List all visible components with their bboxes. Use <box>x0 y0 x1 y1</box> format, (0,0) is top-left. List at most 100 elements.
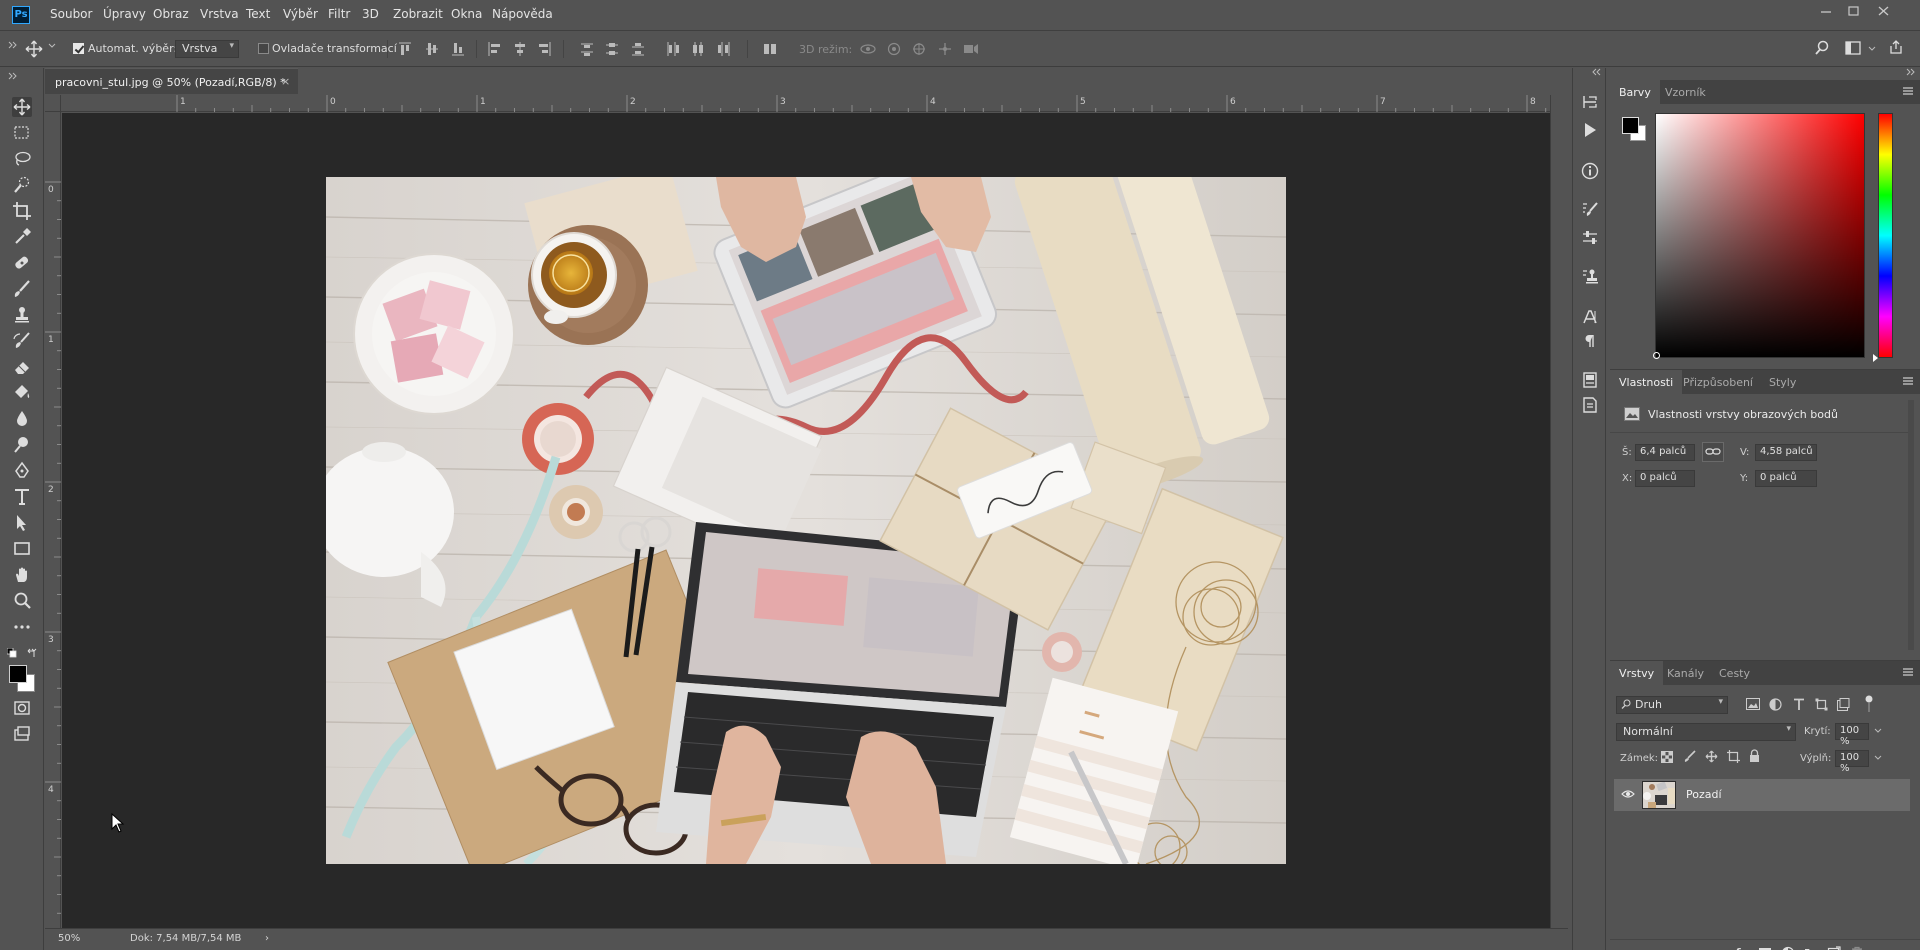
filter-adjustment-icon[interactable] <box>1769 698 1782 711</box>
character-icon[interactable] <box>1581 308 1599 326</box>
document-tab[interactable]: pracovni_stul.jpg @ 50% (Pozadí,RGB/8) *… <box>45 68 298 94</box>
hue-slider[interactable] <box>1878 113 1893 358</box>
tab-cesty[interactable]: Cesty <box>1710 661 1759 685</box>
filter-pixel-icon[interactable] <box>1746 698 1760 711</box>
notes-icon[interactable] <box>1581 396 1599 414</box>
3d-slide-icon[interactable] <box>937 42 953 56</box>
history-brush-tool-icon[interactable] <box>12 331 32 351</box>
tab-kanaly[interactable]: Kanály <box>1658 661 1713 685</box>
delete-layer-trash-icon[interactable] <box>1850 946 1864 950</box>
x-field[interactable]: 0 palců <box>1635 470 1695 487</box>
quick-mask-icon[interactable] <box>12 698 32 718</box>
panel-menu-icon[interactable] <box>1902 666 1914 678</box>
auto-select-checkbox[interactable] <box>73 43 84 54</box>
lock-all-icon[interactable] <box>1749 749 1760 763</box>
layer-visibility-eye-icon[interactable] <box>1621 789 1635 799</box>
width-field[interactable]: 6,4 palců <box>1635 444 1695 461</box>
distribute-top-icon[interactable] <box>580 41 594 57</box>
search-icon[interactable] <box>1814 40 1830 56</box>
menu-filtr[interactable]: Filtr <box>328 7 350 21</box>
color-saturation-field[interactable] <box>1655 113 1865 358</box>
layer-row[interactable]: Pozadí <box>1614 779 1910 811</box>
3d-roll-icon[interactable] <box>886 42 902 56</box>
tool-preset-chevron-down-icon[interactable] <box>48 43 56 49</box>
collapse-icon[interactable] <box>8 72 18 80</box>
tab-barvy[interactable]: Barvy <box>1610 80 1660 104</box>
lasso-tool-icon[interactable] <box>12 149 32 169</box>
filter-smart-object-icon[interactable] <box>1837 698 1850 711</box>
filter-shape-icon[interactable] <box>1815 698 1828 711</box>
add-mask-icon[interactable] <box>1758 946 1772 950</box>
foreground-color-swatch[interactable] <box>9 665 27 683</box>
brush-tool-icon[interactable] <box>12 279 32 299</box>
fill-field[interactable]: 100 % <box>1835 750 1869 774</box>
new-layer-icon[interactable] <box>1827 946 1841 950</box>
y-field[interactable]: 0 palců <box>1755 470 1817 487</box>
menu-napoveda[interactable]: Nápověda <box>492 7 553 21</box>
tab-vzornik[interactable]: Vzorník <box>1656 80 1715 104</box>
lock-position-icon[interactable] <box>1705 750 1718 763</box>
layer-style-fx-icon[interactable]: fx <box>1735 946 1749 950</box>
hue-slider-handle-icon[interactable] <box>1873 354 1879 362</box>
panel-menu-icon[interactable] <box>1902 375 1914 387</box>
info-icon[interactable] <box>1581 162 1599 180</box>
color-foreground-swatch[interactable] <box>1622 117 1639 134</box>
maximize-icon[interactable] <box>1840 4 1868 18</box>
lock-transparent-pixels-icon[interactable] <box>1661 751 1673 763</box>
menu-upravy[interactable]: Úpravy <box>103 7 146 21</box>
tab-vlastnosti[interactable]: Vlastnosti <box>1610 370 1683 394</box>
hand-tool-icon[interactable] <box>12 565 32 585</box>
align-horizontal-center-icon[interactable] <box>513 41 527 57</box>
transform-controls-checkbox[interactable] <box>258 43 269 54</box>
default-colors-icon[interactable] <box>7 648 17 658</box>
layer-comps-icon[interactable] <box>1581 371 1599 389</box>
panel-menu-icon[interactable] <box>1902 85 1914 97</box>
healing-brush-tool-icon[interactable] <box>12 253 32 273</box>
tab-vrstvy[interactable]: Vrstvy <box>1610 661 1664 685</box>
history-icon[interactable] <box>1581 93 1599 111</box>
distribute-left-icon[interactable] <box>665 41 679 57</box>
distribute-vertical-center-icon[interactable] <box>605 41 619 57</box>
align-left-icon[interactable] <box>487 41 501 57</box>
menu-zobrazit[interactable]: Zobrazit <box>393 7 443 21</box>
distribute-bottom-icon[interactable] <box>631 41 645 57</box>
path-selection-tool-icon[interactable] <box>12 513 32 533</box>
quick-selection-tool-icon[interactable] <box>12 175 32 195</box>
lock-artboard-icon[interactable] <box>1727 750 1740 763</box>
align-vertical-center-icon[interactable] <box>425 41 439 57</box>
menu-soubor[interactable]: Soubor <box>50 7 92 21</box>
eyedropper-tool-icon[interactable] <box>12 227 32 247</box>
vertical-ruler[interactable]: 0 1 2 3 4 <box>45 112 61 928</box>
move-tool-icon[interactable] <box>24 40 44 58</box>
more-tools-icon[interactable] <box>12 617 32 637</box>
status-menu-arrow-icon[interactable]: › <box>265 933 269 944</box>
swap-colors-icon[interactable] <box>27 648 37 658</box>
rectangle-tool-icon[interactable] <box>12 539 32 559</box>
workspace-icon[interactable] <box>1845 41 1861 55</box>
menu-vrstva[interactable]: Vrstva <box>200 7 239 21</box>
opacity-chevron-down-icon[interactable] <box>1874 728 1882 734</box>
opacity-field[interactable]: 100 % <box>1835 723 1869 747</box>
pen-tool-icon[interactable] <box>12 461 32 481</box>
text-tool-icon[interactable] <box>12 487 32 507</box>
eraser-tool-icon[interactable] <box>12 357 32 377</box>
horizontal-ruler[interactable]: 1 0 1 2 3 4 5 6 7 8 <box>61 95 1550 112</box>
link-dimensions-icon[interactable] <box>1702 442 1724 462</box>
clone-stamp-tool-icon[interactable] <box>12 305 32 325</box>
distribute-horizontal-center-icon[interactable] <box>691 41 705 57</box>
crop-tool-icon[interactable] <box>12 201 32 221</box>
brush-settings-icon[interactable] <box>1581 201 1599 219</box>
3d-drag-icon[interactable] <box>911 42 927 56</box>
align-top-icon[interactable] <box>398 41 412 57</box>
expand-panels-icon[interactable] <box>1906 68 1916 76</box>
height-field[interactable]: 4,58 palců <box>1755 444 1817 461</box>
blend-mode-dropdown[interactable]: Normální ▾ <box>1616 723 1796 741</box>
distribute-right-icon[interactable] <box>717 41 731 57</box>
auto-select-dropdown[interactable]: Vrstva ▾ <box>175 40 239 58</box>
link-layers-icon[interactable] <box>1712 946 1726 950</box>
collapse-panels-icon[interactable] <box>1592 68 1602 76</box>
zoom-tool-icon[interactable] <box>12 591 32 611</box>
clone-source-icon[interactable] <box>1581 268 1599 286</box>
menu-obraz[interactable]: Obraz <box>153 7 189 21</box>
screen-mode-icon[interactable] <box>12 724 32 744</box>
